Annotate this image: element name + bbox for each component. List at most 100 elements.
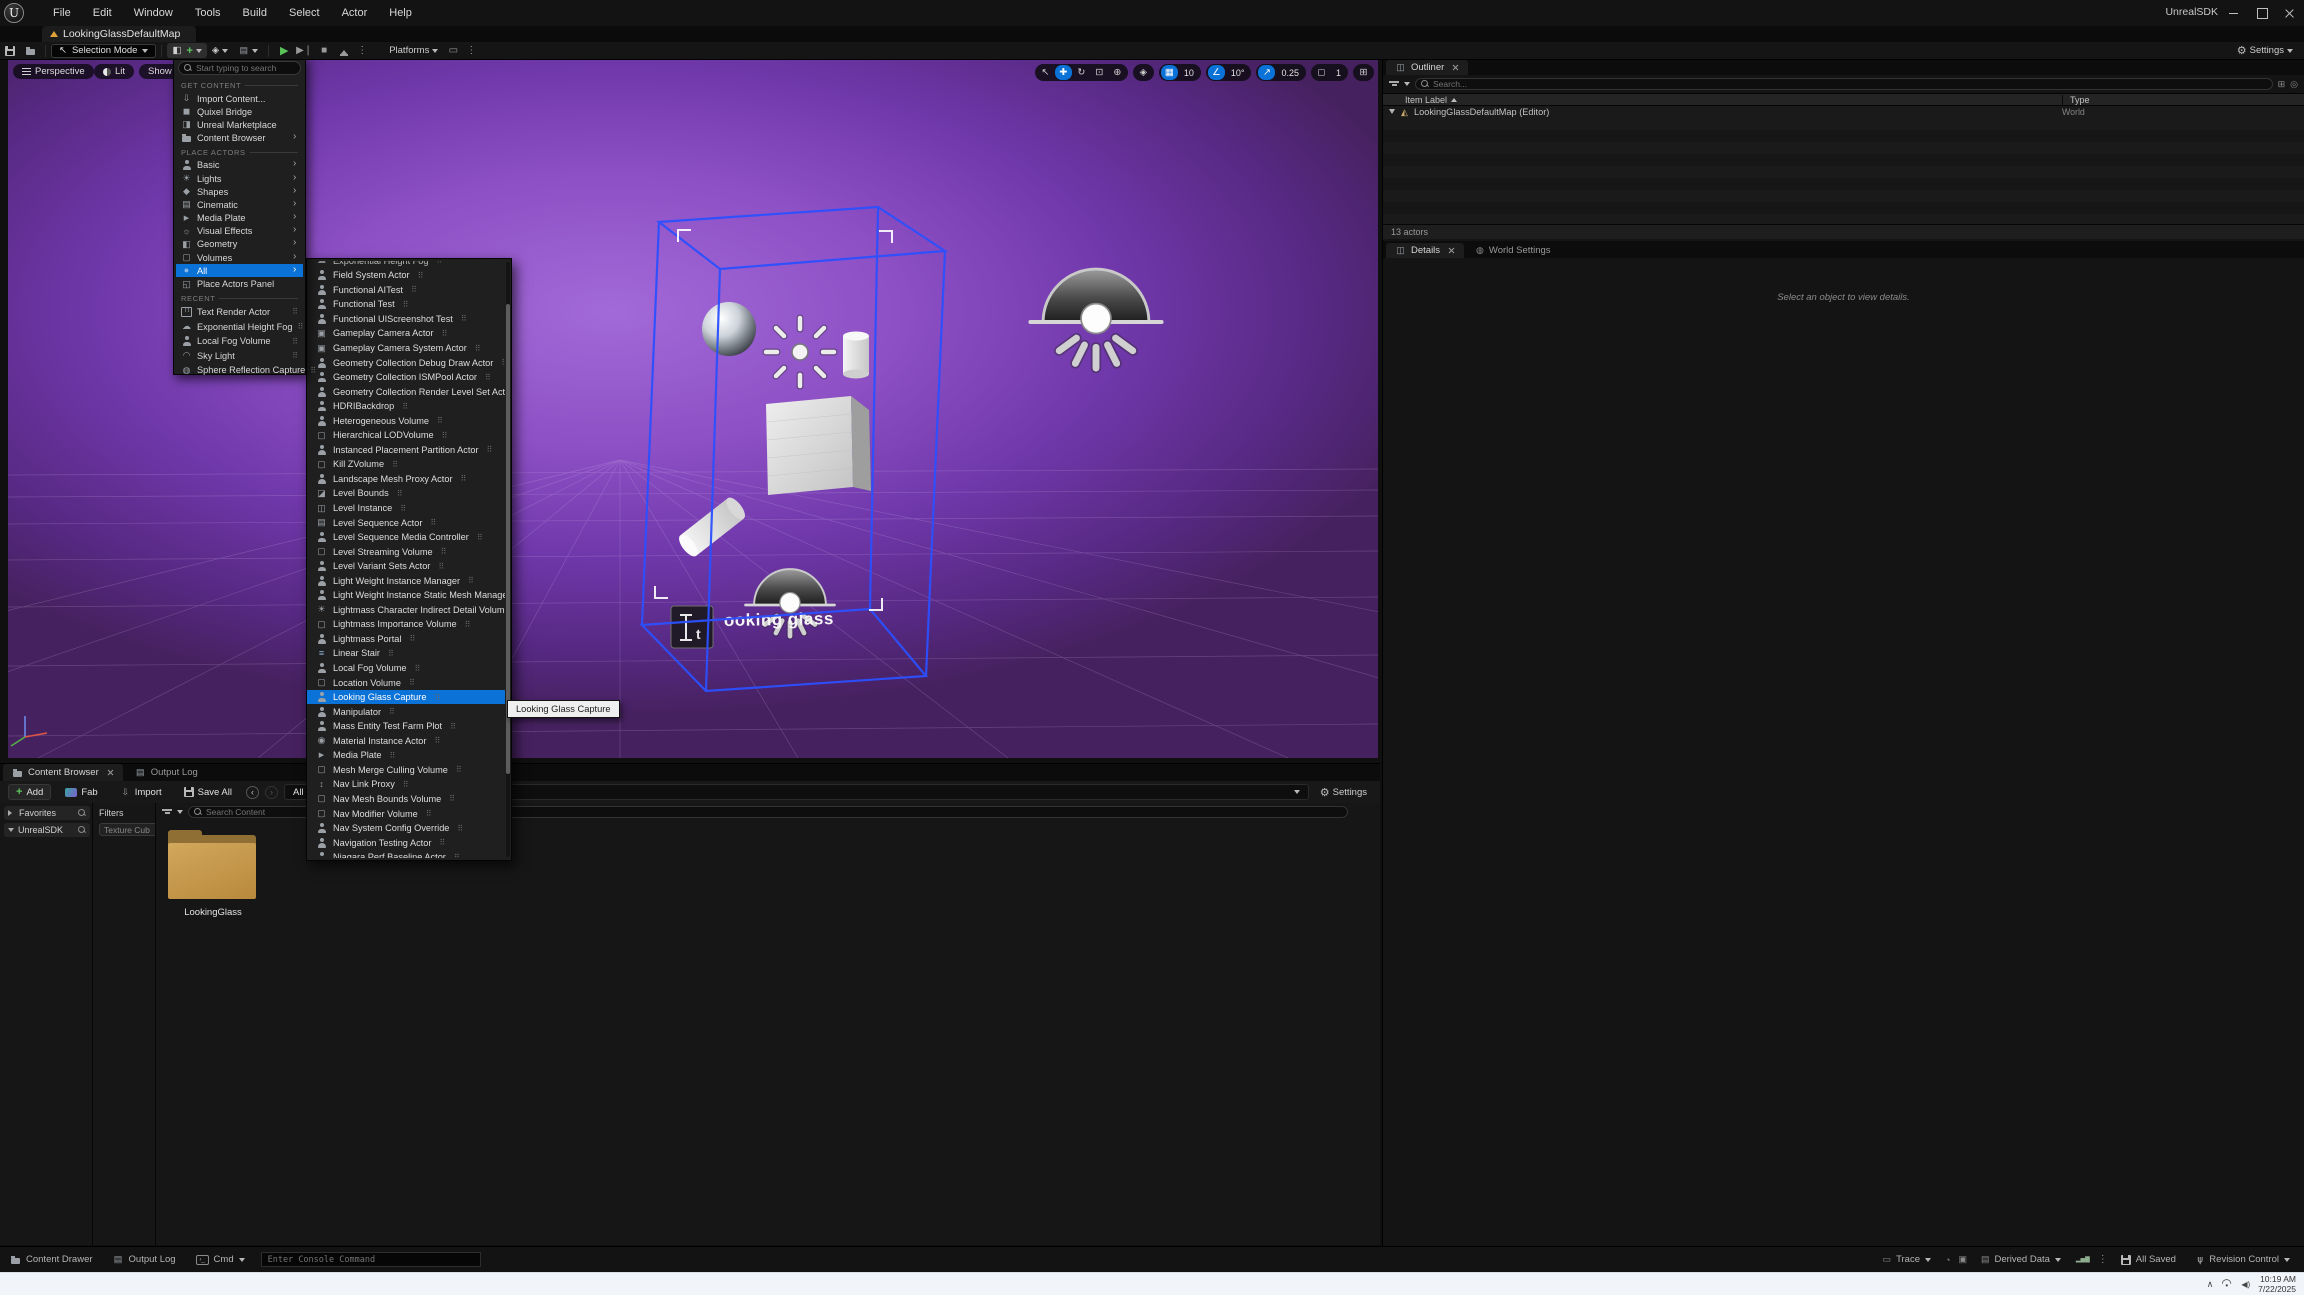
drag-handle-icon[interactable] <box>475 344 481 353</box>
stop-button[interactable]: ■ <box>314 43 334 58</box>
world-space-icon[interactable]: ⊕ <box>1109 65 1126 80</box>
submenu-item-level-bounds[interactable]: Level Bounds <box>307 486 505 501</box>
tab-output-log[interactable]: Output Log <box>126 764 207 781</box>
outliner-row-lookingglassdefaultmap-editor[interactable]: LookingGlassDefaultMap (Editor)World <box>1383 106 2304 118</box>
drag-handle-icon[interactable] <box>292 351 298 360</box>
menu-item-volumes[interactable]: Volumes <box>176 251 303 264</box>
save-all-button[interactable]: Save All <box>176 784 240 800</box>
drag-handle-icon[interactable] <box>442 431 448 440</box>
close-icon[interactable] <box>107 769 114 776</box>
menu-item-visual-effects[interactable]: Visual Effects <box>176 225 303 238</box>
drag-handle-icon[interactable] <box>465 620 471 629</box>
cmd-dropdown[interactable]: ›_ Cmd <box>186 1247 255 1272</box>
camera-speed-icon[interactable]: ◻ <box>1313 65 1330 80</box>
folder-plus-icon[interactable]: ⊞ <box>2278 79 2286 90</box>
cinematics-button[interactable] <box>233 43 263 58</box>
rotation-snap-icon[interactable]: ∠ <box>1208 65 1225 80</box>
asset-folder-tile[interactable]: LookingGlass <box>168 835 258 918</box>
submenu-item-hierarchical-lodvolume[interactable]: Hierarchical LODVolume <box>307 428 505 443</box>
wifi-icon[interactable] <box>2221 1280 2233 1290</box>
play-options-icon[interactable]: ⋮ <box>354 45 370 56</box>
path-history-icon[interactable] <box>1294 790 1300 797</box>
minimize-button[interactable] <box>2220 0 2248 26</box>
camera-speed-value[interactable]: 1 <box>1331 68 1346 78</box>
filter-icon[interactable] <box>1389 80 1399 88</box>
console-input[interactable] <box>268 1255 474 1265</box>
rotation-snap-value[interactable]: 10° <box>1226 68 1250 78</box>
move-tool-icon[interactable]: ✚ <box>1055 65 1072 80</box>
submenu-item-heterogeneous-volume[interactable]: Heterogeneous Volume <box>307 413 505 428</box>
drag-handle-icon[interactable] <box>450 722 456 731</box>
menu-item-import-content[interactable]: Import Content... <box>176 92 303 105</box>
screenshot-icon[interactable]: ▣ <box>1954 1254 1971 1265</box>
drag-handle-icon[interactable] <box>439 838 445 847</box>
menu-search-box[interactable] <box>178 61 301 75</box>
tab-content-browser[interactable]: Content Browser <box>3 764 123 781</box>
outliner-search-input[interactable] <box>1433 79 2267 89</box>
submenu-item-instanced-placement-partition-actor[interactable]: Instanced Placement Partition Actor <box>307 443 505 458</box>
snapshot-icon[interactable]: ◔ <box>1941 1255 1954 1265</box>
status-overflow-icon[interactable]: ⋮ <box>2095 1254 2111 1265</box>
submenu-item-gameplay-camera-actor[interactable]: Gameplay Camera Actor <box>307 326 505 341</box>
submenu-item-media-plate[interactable]: Media Plate <box>307 748 505 763</box>
eye-icon[interactable]: ◎ <box>2290 79 2298 90</box>
play-button[interactable]: ▶ <box>274 43 294 58</box>
scale-snap-value[interactable]: 0.25 <box>1276 68 1304 78</box>
menu-item-cinematic[interactable]: Cinematic <box>176 198 303 211</box>
filter-icon[interactable] <box>162 808 172 816</box>
drag-handle-icon[interactable] <box>292 307 298 316</box>
search-icon[interactable] <box>78 826 86 834</box>
drag-handle-icon[interactable] <box>400 504 406 513</box>
drag-handle-icon[interactable] <box>461 314 467 323</box>
submenu-item-level-streaming-volume[interactable]: Level Streaming Volume <box>307 544 505 559</box>
hidden-icons-chevron[interactable]: ∧ <box>2207 1279 2214 1290</box>
menu-search-input[interactable] <box>196 63 295 73</box>
surface-snap-icon[interactable]: ◈ <box>1135 65 1152 80</box>
tab-outliner[interactable]: Outliner <box>1386 60 1468 75</box>
menu-item-quixel-bridge[interactable]: Quixel Bridge <box>176 105 303 118</box>
clock[interactable]: 10:19 AM 7/22/2025 <box>2258 1275 2296 1294</box>
import-button[interactable]: Import <box>112 784 170 800</box>
drag-handle-icon[interactable] <box>409 634 415 643</box>
submenu-item-lightmass-character-indirect-detail-volume[interactable]: Lightmass Character Indirect Detail Volu… <box>307 603 505 618</box>
menubar-item-edit[interactable]: Edit <box>82 4 123 22</box>
menubar-item-build[interactable]: Build <box>232 4 278 22</box>
menubar-item-file[interactable]: File <box>42 4 82 22</box>
menu-item-basic[interactable]: Basic <box>176 159 303 172</box>
back-icon[interactable]: ‹ <box>246 786 259 799</box>
content-drawer-button[interactable]: Content Drawer <box>0 1247 103 1272</box>
drag-handle-icon[interactable] <box>449 794 455 803</box>
submenu-item-level-sequence-media-controller[interactable]: Level Sequence Media Controller <box>307 530 505 545</box>
sky-light-gizmo[interactable] <box>1030 269 1161 368</box>
breadcrumb-all[interactable]: All <box>293 787 304 798</box>
drag-handle-icon[interactable] <box>438 562 444 571</box>
platforms-dropdown[interactable]: Platforms <box>384 43 443 58</box>
submenu-item-nav-modifier-volume[interactable]: Nav Modifier Volume <box>307 806 505 821</box>
close-icon[interactable] <box>1452 64 1459 71</box>
drag-handle-icon[interactable] <box>434 736 440 745</box>
menubar-item-actor[interactable]: Actor <box>331 4 379 22</box>
level-tab[interactable]: LookingGlassDefaultMap <box>42 26 196 42</box>
submenu-item-geometry-collection-ismpool-actor[interactable]: Geometry Collection ISMPool Actor <box>307 370 505 385</box>
revision-control-dropdown[interactable]: ⋔ Revision Control <box>2186 1247 2300 1272</box>
submenu-item-material-instance-actor[interactable]: Material Instance Actor <box>307 734 505 749</box>
drag-handle-icon[interactable] <box>437 261 443 265</box>
drag-handle-icon[interactable] <box>397 489 403 498</box>
grid-snap-icon[interactable]: ▦ <box>1161 65 1178 80</box>
drag-handle-icon[interactable] <box>437 416 443 425</box>
menu-item-place-actors-panel[interactable]: Place Actors Panel <box>176 277 303 290</box>
drag-handle-icon[interactable] <box>388 649 394 658</box>
maximize-button[interactable] <box>2248 0 2276 26</box>
drag-handle-icon[interactable] <box>403 780 409 789</box>
submenu-item-hdribackdrop[interactable]: HDRIBackdrop <box>307 399 505 414</box>
drag-handle-icon[interactable] <box>415 664 421 673</box>
submenu-item-functional-test[interactable]: Functional Test <box>307 297 505 312</box>
menu-item-lights[interactable]: Lights <box>176 172 303 185</box>
menu-item-geometry[interactable]: Geometry <box>176 238 303 251</box>
submenu-item-mesh-merge-culling-volume[interactable]: Mesh Merge Culling Volume <box>307 763 505 778</box>
frame-skip-button[interactable]: ▶❘ <box>294 43 314 58</box>
performance-graph-icon[interactable]: ▂▅▇ <box>2071 1256 2095 1263</box>
toolbar-overflow-icon[interactable]: ⋮ <box>463 45 479 56</box>
all-saved-button[interactable]: All Saved <box>2111 1247 2186 1272</box>
menu-item-exponential-height-fog[interactable]: Exponential Height Fog <box>176 319 303 334</box>
